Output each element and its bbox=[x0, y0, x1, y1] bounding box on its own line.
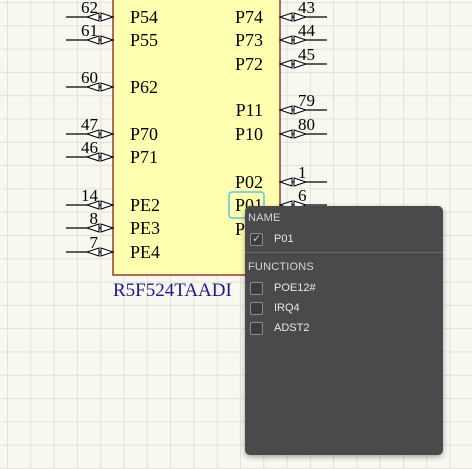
pin-name: PE2 bbox=[130, 195, 160, 215]
pin-number: 8 bbox=[90, 209, 99, 228]
function-row-adst2[interactable]: ADST2 bbox=[250, 320, 309, 336]
pin-arrow-icon bbox=[100, 82, 115, 92]
pin-arrow-icon bbox=[100, 12, 115, 22]
pin-number: 6 bbox=[298, 186, 307, 205]
function-label-poe12: POE12# bbox=[274, 282, 316, 294]
pin-number: 46 bbox=[81, 138, 98, 157]
pin-arrow-icon bbox=[278, 12, 293, 22]
function-checkbox-adst2[interactable] bbox=[250, 321, 263, 335]
pin-name: P10 bbox=[235, 124, 263, 144]
pin-number: 61 bbox=[81, 21, 98, 40]
pin-name: PE3 bbox=[130, 218, 160, 238]
function-row-irq4[interactable]: IRQ4 bbox=[250, 300, 300, 316]
pin-arrow-icon bbox=[100, 35, 115, 45]
pin-arrow-icon bbox=[100, 129, 115, 139]
pin-name: P02 bbox=[235, 172, 263, 192]
pin-name: PE4 bbox=[130, 242, 160, 262]
pin-arrow-icon bbox=[100, 152, 115, 162]
function-label-adst2: ADST2 bbox=[274, 322, 310, 334]
pin-name: P71 bbox=[130, 147, 158, 167]
pin-arrow-icon bbox=[278, 35, 293, 45]
pin-arrow-icon bbox=[278, 59, 293, 69]
pin-number: 7 bbox=[90, 233, 99, 252]
pin-number: 60 bbox=[81, 68, 98, 87]
pin-number: 80 bbox=[298, 115, 315, 134]
pin-info-popup[interactable]: NAME P01 FUNCTIONS POE12# IRQ4 ADST2 bbox=[245, 206, 443, 455]
pin-name: P62 bbox=[130, 77, 158, 97]
pin-number: 47 bbox=[81, 115, 99, 134]
pin-number: 79 bbox=[298, 91, 315, 110]
pin-name: P54 bbox=[130, 7, 158, 27]
right-pin-group: 43P7444P7345P7279P1180P101P026P01P00 bbox=[235, 0, 327, 239]
function-label-irq4: IRQ4 bbox=[274, 302, 300, 314]
component-designator[interactable]: R5F524TAADI bbox=[113, 280, 232, 301]
function-row-poe12[interactable]: POE12# bbox=[250, 280, 316, 296]
name-checkbox[interactable] bbox=[250, 232, 263, 246]
pin-name: P11 bbox=[236, 100, 263, 120]
name-section-title: NAME bbox=[248, 212, 281, 224]
functions-section-title: FUNCTIONS bbox=[248, 261, 314, 273]
name-row-p01[interactable]: P01 bbox=[250, 231, 294, 247]
pin-number: 45 bbox=[298, 45, 315, 64]
pin-arrow-icon bbox=[278, 177, 293, 187]
name-label: P01 bbox=[274, 233, 294, 245]
function-checkbox-poe12[interactable] bbox=[250, 281, 263, 295]
pin-number: 14 bbox=[81, 186, 99, 205]
pin-arrow-icon bbox=[100, 223, 115, 233]
pin-name: P72 bbox=[235, 54, 263, 74]
pin-name: P55 bbox=[130, 30, 158, 50]
pin-name: P73 bbox=[235, 30, 263, 50]
section-divider bbox=[245, 252, 443, 253]
pin-arrow-icon bbox=[100, 200, 115, 210]
function-checkbox-irq4[interactable] bbox=[250, 301, 263, 315]
pin-arrow-icon bbox=[278, 129, 293, 139]
pin-name: P74 bbox=[235, 7, 263, 27]
pin-arrow-icon bbox=[100, 247, 115, 257]
pin-number: 62 bbox=[81, 0, 98, 17]
pin-number: 44 bbox=[298, 21, 316, 40]
pin-number: 43 bbox=[298, 0, 315, 17]
pin-name: P70 bbox=[130, 124, 158, 144]
pin-arrow-icon bbox=[278, 105, 293, 115]
pin-number: 1 bbox=[298, 163, 307, 182]
